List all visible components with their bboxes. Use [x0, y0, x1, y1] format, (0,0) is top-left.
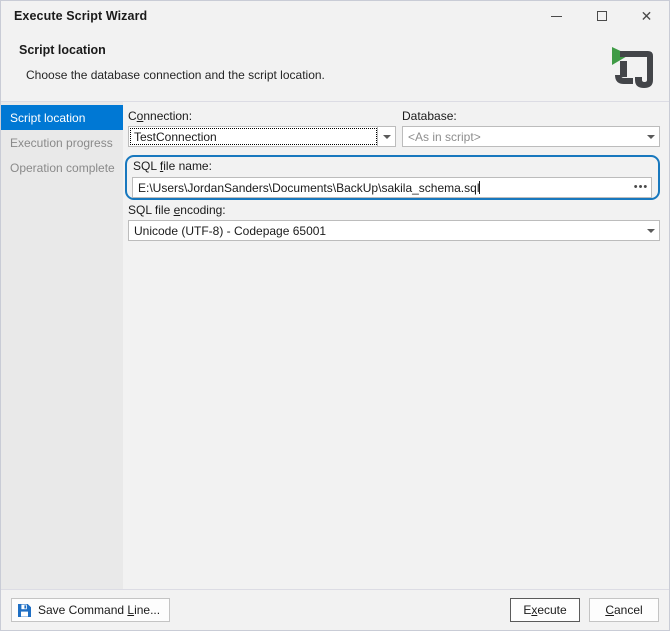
save-command-line-label: Save Command Line... — [38, 603, 161, 617]
connection-database-row: Connection: TestConnection Database: <As… — [128, 109, 660, 147]
database-combobox[interactable]: <As in script> — [402, 126, 660, 147]
save-command-line-button[interactable]: Save Command Line... — [11, 598, 171, 622]
devart-execute-script-logo — [602, 39, 656, 93]
connection-dropdown-arrow[interactable] — [377, 127, 395, 146]
sidebar-item-operation-complete: Operation complete — [1, 155, 123, 180]
sidebar-item-label: Execution progress — [10, 135, 113, 150]
sql-file-encoding-combobox[interactable]: Unicode (UTF-8) - Codepage 65001 — [128, 220, 660, 241]
dialog-footer: Save Command Line... Execute Cancel — [1, 589, 669, 630]
close-button[interactable]: ✕ — [624, 1, 669, 31]
chevron-down-icon — [646, 228, 655, 233]
sql-file-name-label: SQL file name: — [133, 159, 212, 173]
cancel-button-label: Cancel — [605, 603, 643, 617]
page-title: Script location — [19, 43, 106, 57]
wizard-step-sidebar: Script location Execution progress Opera… — [1, 102, 123, 589]
connection-value: TestConnection — [134, 129, 217, 144]
window-title: Execute Script Wizard — [14, 9, 148, 23]
sql-file-encoding-group: SQL file encoding: Unicode (UTF-8) - Cod… — [128, 203, 660, 241]
database-field-group: Database: <As in script> — [402, 109, 660, 147]
browse-file-button[interactable]: ••• — [631, 178, 651, 197]
page-subtitle: Choose the database connection and the s… — [26, 68, 325, 82]
execute-script-wizard-window: Execute Script Wizard ✕ Script location … — [0, 0, 670, 631]
database-value: <As in script> — [408, 129, 481, 144]
connection-field-group: Connection: TestConnection — [128, 109, 396, 147]
wizard-content-pane: Connection: TestConnection Database: <As… — [123, 102, 669, 589]
execute-button[interactable]: Execute — [510, 598, 580, 622]
wizard-header: Script location Choose the database conn… — [1, 31, 669, 102]
minimize-icon — [551, 15, 562, 17]
sql-file-name-input[interactable]: E:\Users\JordanSanders\Documents\BackUp\… — [132, 177, 652, 198]
floppy-disk-icon — [18, 603, 31, 617]
database-label: Database: — [402, 109, 457, 123]
wizard-body: Script location Execution progress Opera… — [1, 102, 669, 589]
connection-label: Connection: — [128, 109, 193, 123]
sidebar-item-label: Script location — [10, 110, 86, 125]
maximize-icon — [596, 11, 607, 21]
sql-file-encoding-value: Unicode (UTF-8) - Codepage 65001 — [134, 223, 327, 238]
sidebar-item-execution-progress: Execution progress — [1, 130, 123, 155]
sql-file-name-highlight-ring: SQL file name: E:\Users\JordanSanders\Do… — [125, 155, 660, 200]
sql-file-name-value: E:\Users\JordanSanders\Documents\BackUp\… — [138, 180, 481, 195]
minimize-button[interactable] — [534, 1, 579, 31]
title-bar: Execute Script Wizard ✕ — [1, 1, 669, 31]
footer-action-buttons: Execute Cancel — [510, 598, 659, 622]
sql-file-encoding-label: SQL file encoding: — [128, 203, 226, 217]
execute-button-label: Execute — [523, 603, 567, 617]
sql-file-encoding-dropdown-arrow[interactable] — [642, 221, 659, 240]
chevron-down-icon — [382, 134, 391, 139]
database-dropdown-arrow[interactable] — [642, 127, 659, 146]
sidebar-item-label: Operation complete — [10, 160, 115, 175]
cancel-button[interactable]: Cancel — [589, 598, 659, 622]
close-icon: ✕ — [640, 8, 653, 24]
text-cursor — [479, 180, 481, 194]
caption-button-group: ✕ — [534, 1, 669, 31]
sidebar-item-script-location[interactable]: Script location — [1, 105, 123, 130]
connection-combobox[interactable]: TestConnection — [128, 126, 396, 147]
chevron-down-icon — [646, 134, 655, 139]
maximize-button[interactable] — [579, 1, 624, 31]
